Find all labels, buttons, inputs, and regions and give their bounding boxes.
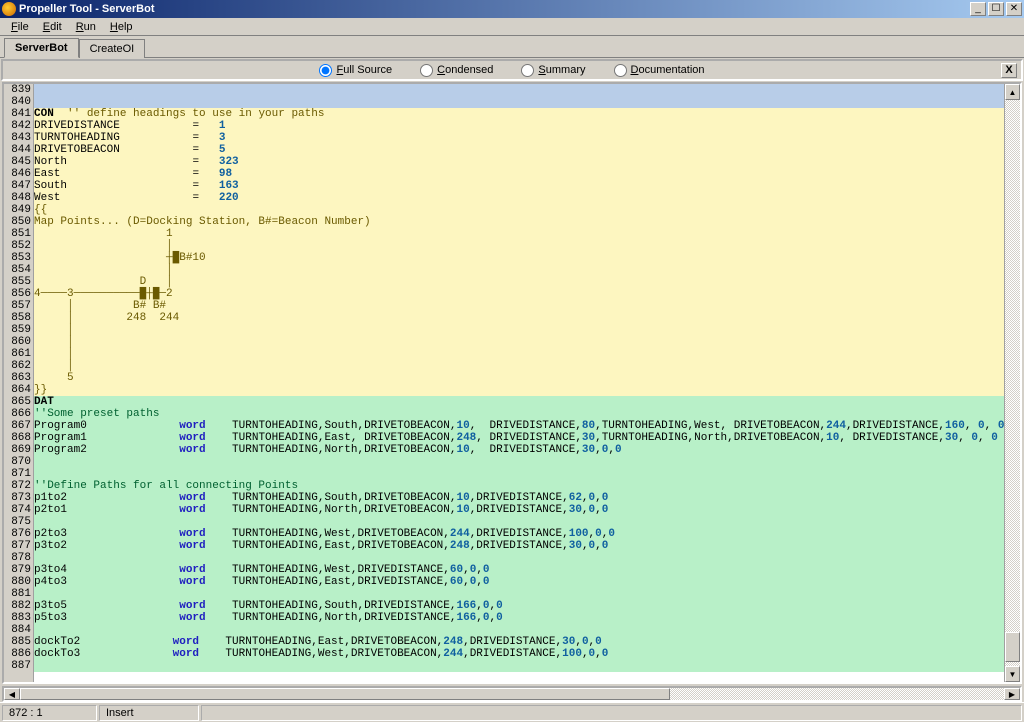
code-line[interactable]: p3to4 word TURNTOHEADING,West,DRIVEDISTA…: [34, 564, 1004, 576]
code-line[interactable]: p1to2 word TURNTOHEADING,South,DRIVETOBE…: [34, 492, 1004, 504]
app-icon: [2, 2, 16, 16]
menu-bar: File Edit Run Help: [0, 18, 1024, 36]
code-line[interactable]: [34, 456, 1004, 468]
view-summary[interactable]: Summary: [521, 64, 585, 77]
window-title: Propeller Tool - ServerBot: [19, 3, 970, 15]
tab-bar: ServerBot CreateOI: [0, 36, 1024, 58]
minimize-button[interactable]: _: [970, 2, 986, 16]
code-line[interactable]: │ B# B#: [34, 300, 1004, 312]
code-line[interactable]: dockTo2 word TURNTOHEADING,East,DRIVETOB…: [34, 636, 1004, 648]
code-line[interactable]: [34, 588, 1004, 600]
status-empty: [201, 705, 1022, 721]
hscroll-track[interactable]: [20, 688, 1004, 700]
code-line[interactable]: DAT: [34, 396, 1004, 408]
view-mode-bar: Full Source Condensed Summary Documentat…: [1, 59, 1023, 81]
code-line[interactable]: TURNTOHEADING = 3: [34, 132, 1004, 144]
code-line[interactable]: East = 98: [34, 168, 1004, 180]
code-line[interactable]: D │: [34, 276, 1004, 288]
code-line[interactable]: 5: [34, 372, 1004, 384]
view-condensed-radio[interactable]: [420, 64, 433, 77]
code-line[interactable]: p2to3 word TURNTOHEADING,West,DRIVETOBEA…: [34, 528, 1004, 540]
code-line[interactable]: Map Points... (D=Docking Station, B#=Bea…: [34, 216, 1004, 228]
code-line[interactable]: CON '' define headings to use in your pa…: [34, 108, 1004, 120]
menu-edit[interactable]: Edit: [36, 20, 69, 34]
code-line[interactable]: ''Define Paths for all connecting Points: [34, 480, 1004, 492]
code-line[interactable]: [34, 84, 1004, 96]
scroll-down-button[interactable]: ▼: [1005, 666, 1020, 682]
title-bar: Propeller Tool - ServerBot _ ☐ ✕: [0, 0, 1024, 18]
menu-help[interactable]: Help: [103, 20, 140, 34]
code-line[interactable]: dockTo3 word TURNTOHEADING,West,DRIVETOB…: [34, 648, 1004, 660]
view-documentation[interactable]: Documentation: [614, 64, 705, 77]
code-line[interactable]: [34, 624, 1004, 636]
view-close-button[interactable]: X: [1001, 63, 1017, 78]
code-area[interactable]: CON '' define headings to use in your pa…: [34, 84, 1004, 682]
code-line[interactable]: [34, 96, 1004, 108]
code-line[interactable]: ''Some preset paths: [34, 408, 1004, 420]
code-line[interactable]: │: [34, 348, 1004, 360]
code-line[interactable]: [34, 516, 1004, 528]
scroll-left-button[interactable]: ◀: [4, 688, 20, 700]
status-position: 872 : 1: [2, 705, 97, 721]
status-bar: 872 : 1 Insert: [0, 702, 1024, 722]
code-line[interactable]: }}: [34, 384, 1004, 396]
maximize-button[interactable]: ☐: [988, 2, 1004, 16]
code-line[interactable]: p2to1 word TURNTOHEADING,North,DRIVETOBE…: [34, 504, 1004, 516]
code-line[interactable]: Program0 word TURNTOHEADING,South,DRIVET…: [34, 420, 1004, 432]
code-line[interactable]: DRIVETOBEACON = 5: [34, 144, 1004, 156]
code-line[interactable]: │: [34, 336, 1004, 348]
code-line[interactable]: ┼█B#10: [34, 252, 1004, 264]
scroll-right-button[interactable]: ▶: [1004, 688, 1020, 700]
code-line[interactable]: Program1 word TURNTOHEADING,East, DRIVET…: [34, 432, 1004, 444]
code-line[interactable]: South = 163: [34, 180, 1004, 192]
view-doc-radio[interactable]: [614, 64, 627, 77]
vscroll-thumb[interactable]: [1005, 632, 1020, 662]
scroll-up-button[interactable]: ▲: [1005, 84, 1020, 100]
code-line[interactable]: [34, 468, 1004, 480]
code-line[interactable]: │: [34, 264, 1004, 276]
menu-run[interactable]: Run: [69, 20, 103, 34]
code-line[interactable]: p5to3 word TURNTOHEADING,North,DRIVEDIST…: [34, 612, 1004, 624]
status-insert-mode: Insert: [99, 705, 199, 721]
view-full-source[interactable]: Full Source: [319, 64, 392, 77]
horizontal-scrollbar[interactable]: ◀ ▶: [2, 686, 1022, 702]
code-line[interactable]: p3to2 word TURNTOHEADING,East,DRIVETOBEA…: [34, 540, 1004, 552]
code-line[interactable]: │ 248 244: [34, 312, 1004, 324]
code-line[interactable]: 4────3──────────█┼█─2: [34, 288, 1004, 300]
vscroll-track[interactable]: [1005, 100, 1020, 666]
code-line[interactable]: {{: [34, 204, 1004, 216]
code-line[interactable]: p4to3 word TURNTOHEADING,East,DRIVEDISTA…: [34, 576, 1004, 588]
code-editor[interactable]: 8398408418428438448458468478488498508518…: [2, 82, 1022, 684]
code-line[interactable]: 1: [34, 228, 1004, 240]
view-full-radio[interactable]: [319, 64, 332, 77]
tab-createoi[interactable]: CreateOI: [79, 39, 146, 58]
code-line[interactable]: DRIVEDISTANCE = 1: [34, 120, 1004, 132]
code-line[interactable]: [34, 660, 1004, 672]
code-line[interactable]: p3to5 word TURNTOHEADING,South,DRIVEDIST…: [34, 600, 1004, 612]
code-line[interactable]: │: [34, 240, 1004, 252]
code-line[interactable]: [34, 552, 1004, 564]
vertical-scrollbar[interactable]: ▲ ▼: [1004, 84, 1020, 682]
tab-serverbot[interactable]: ServerBot: [4, 38, 79, 58]
code-line[interactable]: North = 323: [34, 156, 1004, 168]
menu-file[interactable]: File: [4, 20, 36, 34]
hscroll-thumb[interactable]: [20, 688, 670, 700]
close-button[interactable]: ✕: [1006, 2, 1022, 16]
code-line[interactable]: Program2 word TURNTOHEADING,North,DRIVET…: [34, 444, 1004, 456]
line-number-gutter: 8398408418428438448458468478488498508518…: [4, 84, 34, 682]
view-summary-radio[interactable]: [521, 64, 534, 77]
code-line[interactable]: │: [34, 324, 1004, 336]
code-line[interactable]: │: [34, 360, 1004, 372]
code-line[interactable]: West = 220: [34, 192, 1004, 204]
view-condensed[interactable]: Condensed: [420, 64, 493, 77]
